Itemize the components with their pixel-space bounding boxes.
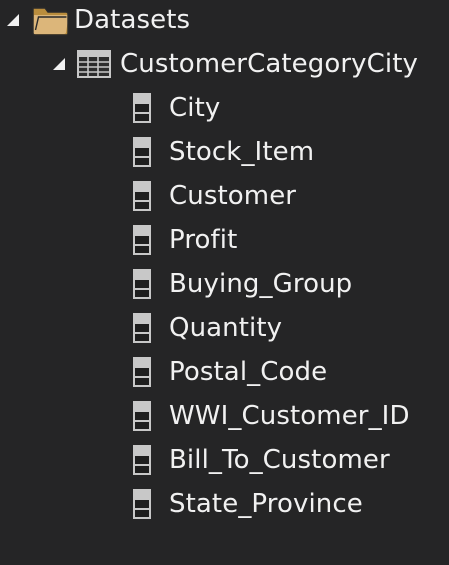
field-label: Stock_Item — [169, 137, 315, 167]
field-icon — [132, 224, 152, 256]
field-icon — [132, 92, 152, 124]
tree-node-field-city[interactable]: City — [132, 86, 442, 130]
field-label: City — [169, 93, 221, 123]
field-icon — [132, 180, 152, 212]
tree-node-label: CustomerCategoryCity — [120, 49, 419, 79]
field-label: Buying_Group — [169, 269, 353, 299]
field-label: WWI_Customer_ID — [169, 401, 410, 431]
field-icon — [132, 444, 152, 476]
tree-node-dataset[interactable]: CustomerCategoryCity — [52, 44, 418, 84]
field-label: Profit — [169, 225, 238, 255]
field-label: Bill_To_Customer — [169, 445, 390, 475]
tree-node-field-bill-to-customer[interactable]: Bill_To_Customer — [132, 438, 442, 482]
tree-node-datasets[interactable]: Datasets — [6, 0, 190, 40]
field-label: Quantity — [169, 313, 283, 343]
tree-node-field-quantity[interactable]: Quantity — [132, 306, 442, 350]
tree-node-field-customer[interactable]: Customer — [132, 174, 442, 218]
tree-node-field-wwi-customer-id[interactable]: WWI_Customer_ID — [132, 394, 442, 438]
field-icon — [132, 488, 152, 520]
tree-node-field-postal-code[interactable]: Postal_Code — [132, 350, 442, 394]
field-label: Postal_Code — [169, 357, 328, 387]
expand-collapse-icon[interactable] — [6, 13, 20, 27]
field-icon — [132, 312, 152, 344]
folder-icon — [30, 3, 70, 37]
tree-node-field-profit[interactable]: Profit — [132, 218, 442, 262]
field-icon — [132, 400, 152, 432]
tree-node-field-stock-item[interactable]: Stock_Item — [132, 130, 442, 174]
report-data-tree: Datasets CustomerCategoryCity City Stock… — [0, 0, 449, 565]
field-list: City Stock_Item Customer Profit Buying_G… — [132, 86, 442, 526]
field-icon — [132, 356, 152, 388]
tree-node-field-state-province[interactable]: State_Province — [132, 482, 442, 526]
table-icon — [76, 48, 112, 80]
field-label: Customer — [169, 181, 297, 211]
field-icon — [132, 136, 152, 168]
field-icon — [132, 268, 152, 300]
field-label: State_Province — [169, 489, 363, 519]
tree-node-field-buying-group[interactable]: Buying_Group — [132, 262, 442, 306]
expand-collapse-icon[interactable] — [52, 57, 66, 71]
tree-node-label: Datasets — [74, 5, 191, 35]
